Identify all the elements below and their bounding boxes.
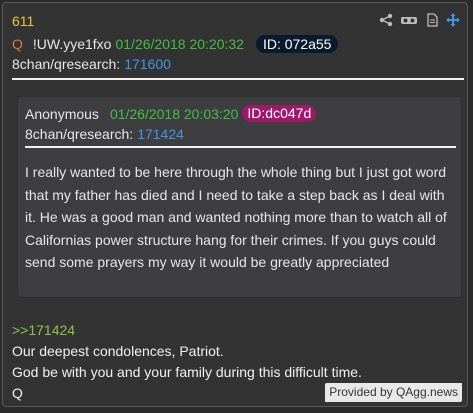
quoted-board-post-link[interactable]: 171424 (137, 126, 184, 142)
reply-signature: Q (12, 385, 23, 401)
divider (12, 78, 464, 80)
quoted-board-name: 8chan/qresearch: (25, 126, 134, 142)
reply-reference-link[interactable]: >>171424 (12, 322, 75, 338)
post-timestamp: 01/26/2018 20:20:32 (115, 36, 244, 52)
share-icon[interactable] (379, 13, 393, 27)
tripcode: !UW.yye1fxo (32, 36, 112, 52)
quoted-body-text: I really wanted to be here through the w… (25, 164, 447, 270)
reply-line: Our deepest condolences, Patriot. (12, 343, 224, 359)
board-line: 8chan/qresearch: 171600 (12, 56, 171, 72)
quoted-board-line: 8chan/qresearch: 171424 (25, 126, 184, 142)
reply-line: God be with you and your family during t… (12, 364, 362, 380)
post-number: 611 (12, 13, 35, 29)
q-marker: Q (12, 36, 23, 52)
board-post-link[interactable]: 171600 (124, 56, 171, 72)
move-icon[interactable] (446, 13, 460, 27)
q-post-card: 611 Q !UW.yye1fxo 01/26/2018 20:20:32 ID… (2, 2, 468, 407)
glasses-icon[interactable] (400, 13, 418, 27)
post-toolbar (379, 13, 460, 27)
document-icon[interactable] (425, 13, 439, 27)
quoted-timestamp: 01/26/2018 20:03:20 (109, 105, 239, 122)
quoted-post-header: Anonymous 01/26/2018 20:03:20 ID:dc047d (25, 105, 317, 122)
quoted-post: Anonymous 01/26/2018 20:03:20 ID:dc047d … (18, 97, 461, 297)
quoted-id-badge: ID:dc047d (242, 105, 317, 122)
quoted-author: Anonymous (25, 105, 99, 122)
quoted-divider (25, 146, 456, 148)
post-header: Q !UW.yye1fxo 01/26/2018 20:20:32 ID: 07… (12, 35, 339, 53)
board-name: 8chan/qresearch: (12, 56, 121, 72)
poster-id-badge: ID: 072a55 (255, 35, 339, 53)
provided-by-label[interactable]: Provided by QAgg.news (325, 383, 462, 402)
